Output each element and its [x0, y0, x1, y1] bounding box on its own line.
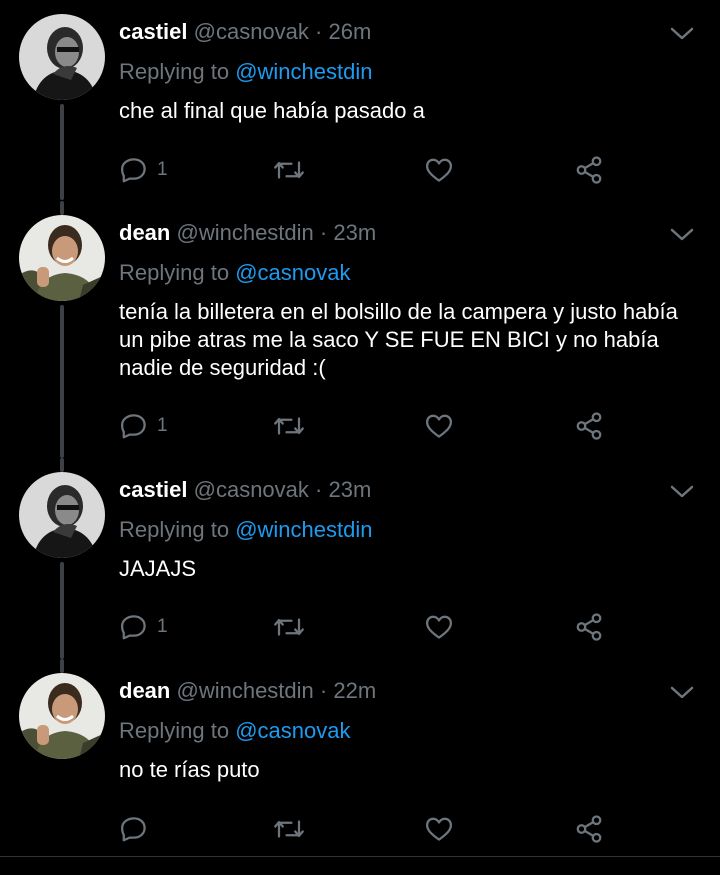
reply-button[interactable]: 1 — [119, 610, 168, 644]
replying-to: Replying to @casnovak — [119, 716, 350, 746]
retweet-icon — [274, 417, 304, 435]
tweet[interactable]: dean @winchestdin · 22m Replying to @cas… — [0, 659, 720, 855]
replying-prefix: Replying to — [119, 260, 230, 285]
tweet[interactable]: castiel @casnovak · 23m Replying to @win… — [0, 458, 720, 659]
reply-icon — [121, 615, 146, 640]
retweet-icon — [274, 618, 304, 636]
share-icon — [576, 613, 602, 641]
chevron-down-icon[interactable] — [668, 683, 696, 703]
reply-count: 1 — [157, 415, 168, 436]
tweet-actions — [0, 812, 720, 846]
separator: · — [319, 678, 328, 703]
share-button[interactable] — [574, 812, 604, 846]
replying-to: Replying to @winchestdin — [119, 515, 373, 545]
retweet-icon — [274, 820, 304, 838]
retweet-icon — [274, 161, 304, 179]
replying-to: Replying to @casnovak — [119, 258, 350, 288]
like-button[interactable] — [424, 409, 454, 443]
avatar[interactable] — [19, 215, 105, 301]
username[interactable]: @winchestdin — [176, 678, 313, 703]
reply-button[interactable]: 1 — [119, 153, 168, 187]
like-icon — [426, 158, 452, 182]
replying-prefix: Replying to — [119, 517, 230, 542]
reply-icon — [121, 817, 146, 842]
avatar[interactable] — [19, 14, 105, 100]
replying-prefix: Replying to — [119, 59, 230, 84]
tweet-actions: 1 — [0, 153, 720, 187]
reply-count: 1 — [157, 159, 168, 180]
avatar[interactable] — [19, 673, 105, 759]
separator: · — [315, 19, 323, 44]
tweet-text: no te rías puto — [119, 757, 260, 782]
tweet-header: castiel @casnovak · 23m — [119, 475, 371, 505]
tweet-text: tenía la billetera en el bolsillo de la … — [119, 299, 678, 380]
display-name[interactable]: castiel — [119, 19, 188, 44]
tweet-text: JAJAJS — [119, 556, 197, 581]
replying-to: Replying to @winchestdin — [119, 57, 373, 87]
like-icon — [426, 414, 452, 438]
share-icon — [576, 156, 602, 184]
timestamp[interactable]: 23m — [333, 220, 376, 245]
chevron-down-icon[interactable] — [668, 24, 696, 44]
display-name[interactable]: dean — [119, 220, 170, 245]
tweet-header: castiel @casnovak · 26m — [119, 17, 371, 47]
reply-button[interactable] — [119, 812, 157, 846]
chevron-down-icon[interactable] — [668, 225, 696, 245]
share-icon — [576, 412, 602, 440]
mention-link[interactable]: @casnovak — [235, 260, 350, 285]
tweet-actions: 1 — [0, 409, 720, 443]
like-button[interactable] — [424, 812, 454, 846]
thread-line — [60, 458, 64, 472]
like-button[interactable] — [424, 610, 454, 644]
separator: · — [315, 477, 323, 502]
like-button[interactable] — [424, 153, 454, 187]
share-button[interactable] — [574, 409, 604, 443]
retweet-button[interactable] — [272, 409, 306, 443]
username[interactable]: @winchestdin — [176, 220, 313, 245]
tweet-actions: 1 — [0, 610, 720, 644]
thread-line — [60, 201, 64, 215]
tweet-header: dean @winchestdin · 22m — [119, 676, 376, 706]
share-button[interactable] — [574, 153, 604, 187]
divider — [0, 856, 720, 857]
separator: · — [319, 220, 328, 245]
thread-line — [60, 659, 64, 673]
mention-link[interactable]: @winchestdin — [235, 59, 372, 84]
retweet-button[interactable] — [272, 153, 306, 187]
reply-count: 1 — [157, 616, 168, 637]
retweet-button[interactable] — [272, 812, 306, 846]
mention-link[interactable]: @casnovak — [235, 718, 350, 743]
tweet[interactable]: castiel @casnovak · 26m Replying to @win… — [0, 0, 720, 200]
timestamp[interactable]: 26m — [328, 19, 371, 44]
reply-button[interactable]: 1 — [119, 409, 168, 443]
tweet-header: dean @winchestdin · 23m — [119, 218, 376, 248]
tweet[interactable]: dean @winchestdin · 23m Replying to @cas… — [0, 201, 720, 458]
chevron-down-icon[interactable] — [668, 482, 696, 502]
timestamp[interactable]: 23m — [328, 477, 371, 502]
mention-link[interactable]: @winchestdin — [235, 517, 372, 542]
retweet-button[interactable] — [272, 610, 306, 644]
username[interactable]: @casnovak — [194, 477, 309, 502]
share-button[interactable] — [574, 610, 604, 644]
like-icon — [426, 817, 452, 841]
tweet-text: che al final que había pasado a — [119, 98, 425, 123]
replying-prefix: Replying to — [119, 718, 230, 743]
share-icon — [576, 815, 602, 843]
display-name[interactable]: dean — [119, 678, 170, 703]
display-name[interactable]: castiel — [119, 477, 188, 502]
reply-icon — [121, 158, 146, 183]
reply-icon — [121, 414, 146, 439]
timestamp[interactable]: 22m — [333, 678, 376, 703]
username[interactable]: @casnovak — [194, 19, 309, 44]
avatar[interactable] — [19, 472, 105, 558]
like-icon — [426, 615, 452, 639]
